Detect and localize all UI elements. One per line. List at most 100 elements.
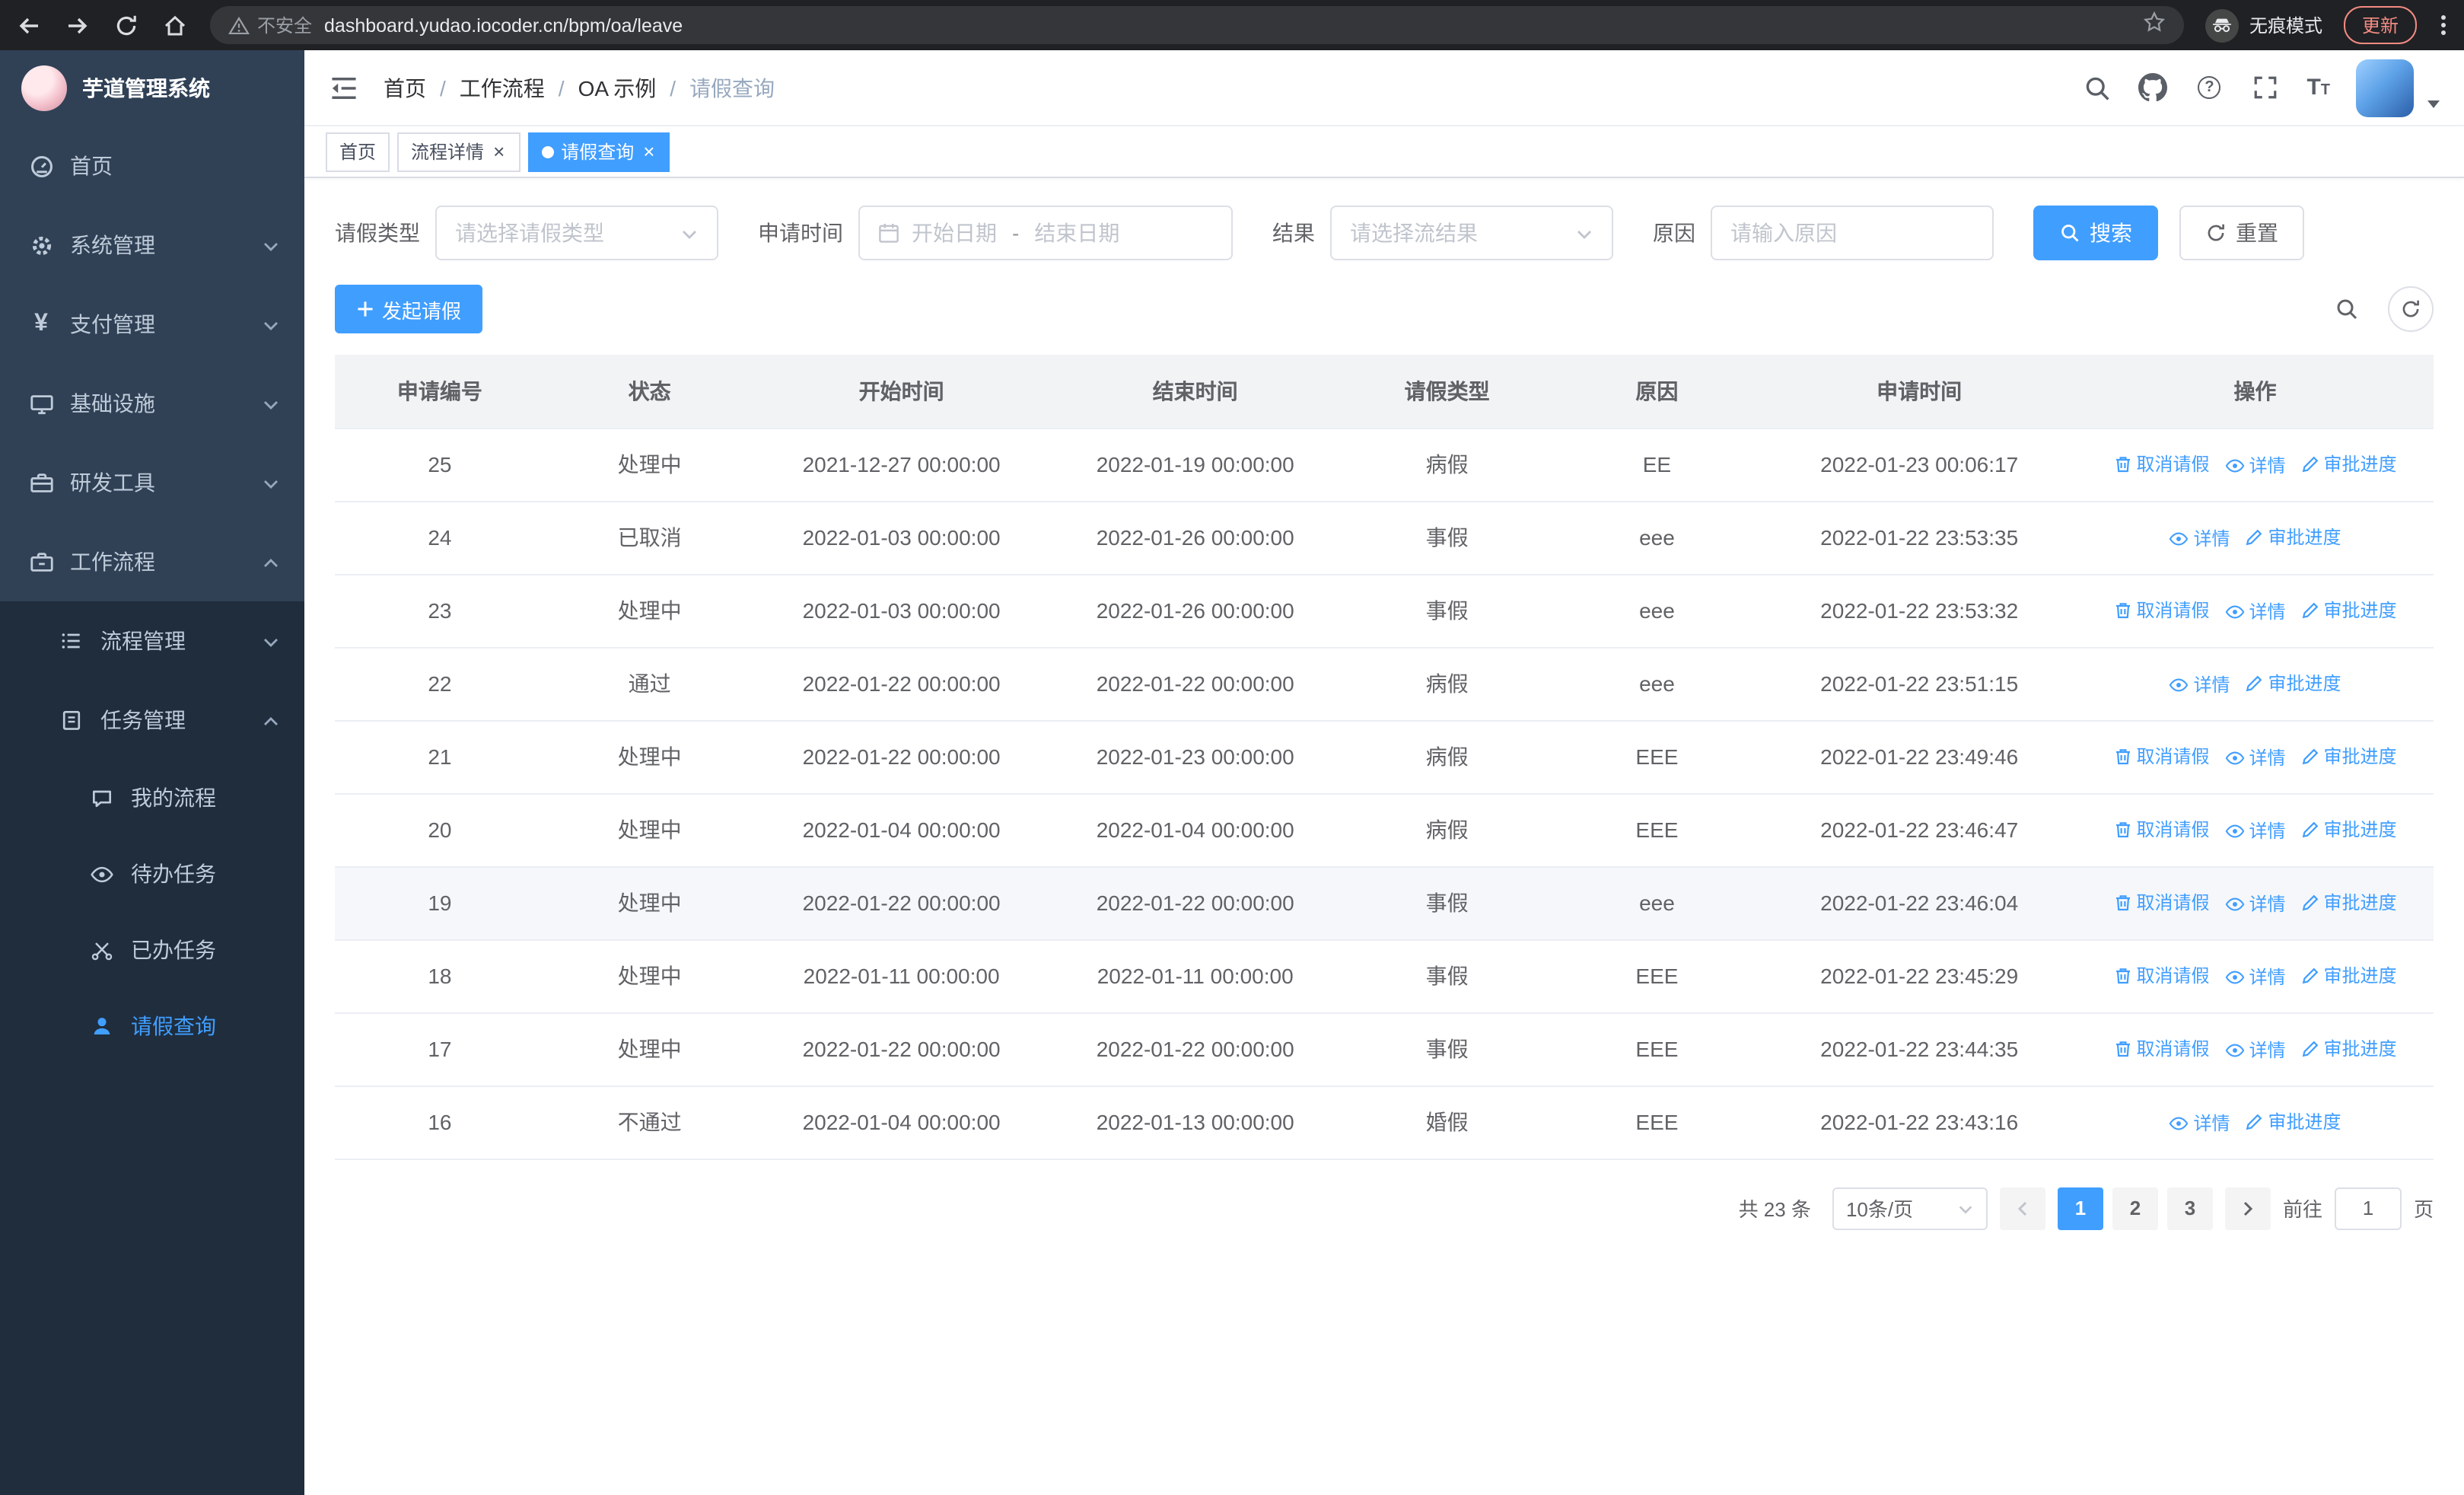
action-cancel-link[interactable]: 取消请假 — [2113, 1035, 2209, 1061]
reset-button[interactable]: 重置 — [2179, 206, 2304, 260]
breadcrumb-home[interactable]: 首页 — [384, 72, 426, 103]
refresh-table-button[interactable] — [2388, 286, 2434, 332]
action-detail-link[interactable]: 详情 — [2169, 1110, 2230, 1136]
toggle-search-button[interactable] — [2324, 286, 2370, 332]
leave-type-label: 请假类型 — [335, 221, 420, 245]
action-progress-link[interactable]: 审批进度 — [2301, 1035, 2397, 1061]
close-icon[interactable]: × — [492, 142, 506, 161]
page-2-button[interactable]: 2 — [2112, 1187, 2158, 1229]
sidebar-item-done-tasks[interactable]: 已办任务 — [0, 912, 304, 988]
cell-start-time: 2022-01-22 00:00:00 — [754, 720, 1049, 794]
sidebar-item-workflow[interactable]: 工作流程 — [0, 522, 304, 601]
sidebar-toggle-icon[interactable] — [329, 72, 359, 103]
page-1-button[interactable]: 1 — [2057, 1187, 2103, 1229]
select-placeholder: 请选择请假类型 — [455, 221, 604, 245]
action-detail-link[interactable]: 详情 — [2169, 671, 2230, 697]
action-cancel-link[interactable]: 取消请假 — [2113, 597, 2209, 623]
address-bar[interactable]: 不安全 dashboard.yudao.iocoder.cn/bpm/oa/le… — [210, 6, 2184, 44]
action-detail-link[interactable]: 详情 — [2224, 452, 2286, 478]
action-detail-link[interactable]: 详情 — [2224, 744, 2286, 770]
close-icon[interactable]: × — [641, 142, 656, 161]
goto-page-input[interactable] — [2334, 1187, 2402, 1229]
browser-forward-icon[interactable] — [64, 11, 91, 39]
reason-input[interactable] — [1711, 206, 1994, 260]
action-label: 取消请假 — [2136, 1038, 2210, 1060]
leave-type-select[interactable]: 请选择请假类型 — [435, 206, 718, 260]
tab-leave-query[interactable]: 请假查询 × — [527, 132, 670, 171]
action-progress-link[interactable]: 审批进度 — [2301, 962, 2397, 988]
refresh-icon — [2402, 300, 2419, 317]
incognito-indicator[interactable]: 无痕模式 — [2205, 8, 2322, 42]
breadcrumb-workflow[interactable]: 工作流程 — [460, 72, 545, 103]
action-progress-link[interactable]: 审批进度 — [2301, 816, 2397, 842]
cell-request-id: 18 — [335, 939, 545, 1013]
sidebar-item-task-mgmt[interactable]: 任务管理 — [0, 681, 304, 760]
sidebar-item-process-mgmt[interactable]: 流程管理 — [0, 601, 304, 681]
next-page-button[interactable] — [2224, 1187, 2271, 1229]
prev-page-button[interactable] — [1999, 1187, 2045, 1229]
header-request-id: 申请编号 — [335, 355, 545, 429]
browser-home-icon[interactable] — [161, 11, 189, 39]
breadcrumb-oa-example[interactable]: OA 示例 — [578, 72, 657, 103]
delete-icon — [2115, 456, 2130, 472]
action-detail-link[interactable]: 详情 — [2224, 964, 2286, 990]
create-leave-button[interactable]: 发起请假 — [335, 285, 483, 333]
clipboard-icon — [58, 706, 85, 734]
search-button[interactable]: 搜索 — [2033, 206, 2158, 260]
security-warning[interactable]: 不安全 — [228, 12, 312, 38]
action-detail-link[interactable]: 详情 — [2224, 891, 2286, 916]
browser-menu-icon[interactable] — [2438, 15, 2449, 35]
browser-reload-icon[interactable] — [113, 11, 140, 39]
action-detail-link[interactable]: 详情 — [2169, 525, 2230, 551]
filter-apply-time: 申请时间 开始日期 - 结束日期 — [758, 206, 1233, 260]
page-size-select[interactable]: 10条/页 — [1832, 1187, 1988, 1229]
sidebar-item-todo-tasks[interactable]: 待办任务 — [0, 836, 304, 912]
date-range-picker[interactable]: 开始日期 - 结束日期 — [858, 206, 1233, 260]
browser-back-icon[interactable] — [15, 11, 43, 39]
action-cancel-link[interactable]: 取消请假 — [2113, 451, 2209, 477]
action-cancel-link[interactable]: 取消请假 — [2113, 962, 2209, 988]
eye-icon — [2170, 677, 2189, 691]
sidebar-item-leave-query[interactable]: 请假查询 — [0, 988, 304, 1064]
action-progress-link[interactable]: 审批进度 — [2301, 597, 2397, 623]
font-size-icon[interactable]: TT — [2306, 75, 2330, 100]
action-detail-link[interactable]: 详情 — [2224, 598, 2286, 624]
sidebar-logo[interactable]: 芋道管理系统 — [0, 50, 304, 126]
tab-process-detail[interactable]: 流程详情 × — [397, 132, 520, 171]
help-icon[interactable]: ? — [2194, 72, 2224, 103]
cell-request-id: 20 — [335, 793, 545, 867]
action-progress-link[interactable]: 审批进度 — [2246, 1108, 2341, 1134]
sidebar-item-devtools[interactable]: 研发工具 — [0, 443, 304, 522]
action-cancel-link[interactable]: 取消请假 — [2113, 743, 2209, 769]
sidebar-item-my-processes[interactable]: 我的流程 — [0, 760, 304, 836]
github-icon[interactable] — [2138, 72, 2168, 103]
sidebar-item-system[interactable]: 系统管理 — [0, 206, 304, 285]
page-3-button[interactable]: 3 — [2166, 1187, 2213, 1229]
action-detail-link[interactable]: 详情 — [2224, 818, 2286, 843]
result-select[interactable]: 请选择流结果 — [1330, 206, 1613, 260]
action-progress-link[interactable]: 审批进度 — [2246, 524, 2341, 550]
action-progress-link[interactable]: 审批进度 — [2301, 451, 2397, 477]
sidebar-item-home[interactable]: 首页 — [0, 126, 304, 206]
sidebar-item-label: 研发工具 — [70, 470, 155, 495]
action-progress-link[interactable]: 审批进度 — [2301, 889, 2397, 915]
search-icon[interactable] — [2081, 72, 2112, 103]
action-progress-link[interactable]: 审批进度 — [2301, 743, 2397, 769]
avatar-caret-icon[interactable] — [2427, 100, 2440, 107]
action-detail-link[interactable]: 详情 — [2224, 1037, 2286, 1063]
cell-start-time: 2022-01-22 00:00:00 — [754, 647, 1049, 721]
table-row: 17 处理中 2022-01-22 00:00:00 2022-01-22 00:00… — [335, 1012, 2434, 1086]
action-cancel-link[interactable]: 取消请假 — [2113, 889, 2209, 915]
cell-apply-time: 2022-01-22 23:51:15 — [1762, 647, 2077, 721]
fullscreen-icon[interactable] — [2250, 72, 2281, 103]
sidebar-item-infrastructure[interactable]: 基础设施 — [0, 364, 304, 443]
user-avatar[interactable] — [2356, 59, 2414, 116]
browser-update-button[interactable]: 更新 — [2343, 6, 2417, 44]
action-progress-link[interactable]: 审批进度 — [2246, 670, 2341, 696]
action-cancel-link[interactable]: 取消请假 — [2113, 816, 2209, 842]
sidebar-item-payment[interactable]: ¥ 支付管理 — [0, 285, 304, 364]
bookmark-star-icon[interactable] — [2143, 10, 2166, 40]
tab-home[interactable]: 首页 — [326, 132, 390, 171]
cell-reason: EEE — [1552, 939, 1762, 1013]
header-apply-time: 申请时间 — [1762, 355, 2077, 429]
